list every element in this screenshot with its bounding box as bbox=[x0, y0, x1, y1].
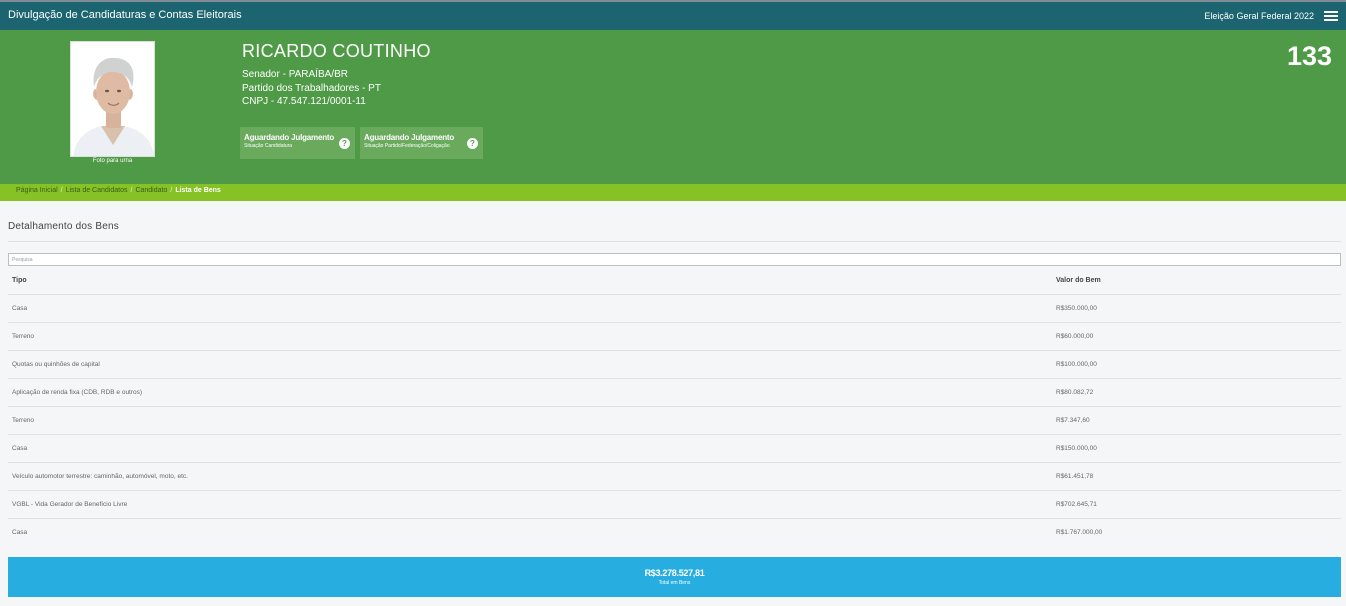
candidate-cnpj: CNPJ - 47.547.121/0001-11 bbox=[242, 96, 366, 107]
candidacy-status-subtitle: Situação Candidatura bbox=[244, 143, 293, 149]
asset-type: Casa bbox=[12, 445, 28, 452]
party-status-badge[interactable]: Aguardando Julgamento Situação Partido/F… bbox=[360, 127, 483, 159]
candidacy-status-badge[interactable]: Aguardando Julgamento Situação Candidatu… bbox=[240, 127, 355, 159]
table-row: Casa R$350.000,00 bbox=[8, 295, 1341, 323]
total-label: Total em Bens bbox=[658, 580, 691, 586]
breadcrumb-separator: / bbox=[170, 187, 173, 194]
asset-value: R$7.347,60 bbox=[1056, 417, 1090, 424]
breadcrumb-home[interactable]: Página Inicial bbox=[16, 187, 58, 194]
asset-type: Terreno bbox=[12, 417, 35, 424]
candidate-number: 133 bbox=[1286, 41, 1332, 71]
assets-table: Tipo Valor do Bem Casa R$350.000,00 Terre… bbox=[8, 267, 1341, 547]
candidate-party: Partido dos Trabalhadores - PT bbox=[242, 83, 381, 94]
table-row: Casa R$150.000,00 bbox=[8, 435, 1341, 463]
column-header-tipo[interactable]: Tipo bbox=[12, 277, 27, 284]
app-title[interactable]: Divulgação de Candidaturas e Contas Elei… bbox=[8, 9, 242, 21]
candidacy-status-title: Aguardando Julgamento bbox=[244, 133, 335, 142]
breadcrumb-separator: / bbox=[60, 187, 63, 194]
total-amount: R$3.278.527,81 bbox=[644, 568, 705, 578]
breadcrumb-candidate-list[interactable]: Lista de Candidatos bbox=[66, 187, 128, 194]
column-header-valor[interactable]: Valor do Bem bbox=[1056, 277, 1101, 284]
asset-value: R$350.000,00 bbox=[1056, 305, 1097, 312]
asset-type: Casa bbox=[12, 305, 28, 312]
help-circle-icon[interactable]: ? bbox=[467, 138, 478, 149]
page-title: Detalhamento dos Bens bbox=[8, 221, 119, 232]
asset-type: Veículo automotor terrestre: caminhão, a… bbox=[12, 473, 188, 480]
table-row: Quotas ou quinhões de capital R$100.000,0… bbox=[8, 351, 1341, 379]
party-status-title: Aguardando Julgamento bbox=[364, 133, 455, 142]
asset-value: R$80.082,72 bbox=[1056, 389, 1094, 396]
table-row: VGBL - Vida Gerador de Benefício Livre R$… bbox=[8, 491, 1341, 519]
hamburger-menu-icon[interactable] bbox=[1324, 11, 1338, 22]
table-row: Veículo automotor terrestre: caminhão, a… bbox=[8, 463, 1341, 491]
asset-type: VGBL - Vida Gerador de Benefício Livre bbox=[12, 501, 128, 508]
breadcrumb-candidate[interactable]: Candidato bbox=[135, 187, 167, 194]
election-label: Eleição Geral Federal 2022 bbox=[1204, 11, 1314, 21]
asset-value: R$61.451,78 bbox=[1056, 473, 1094, 480]
divider bbox=[8, 241, 1341, 242]
asset-value: R$1.767.000,00 bbox=[1056, 529, 1103, 536]
asset-value: R$702.645,71 bbox=[1056, 501, 1097, 508]
candidate-header: Foto para urna RICARDO COUTINHO Senador … bbox=[0, 30, 1346, 184]
search-input[interactable] bbox=[8, 253, 1341, 266]
asset-type: Terreno bbox=[12, 333, 35, 340]
asset-type: Casa bbox=[12, 529, 28, 536]
breadcrumb: Página Inicial / Lista de Candidatos / Candi… bbox=[0, 184, 1346, 201]
candidate-name: RICARDO COUTINHO bbox=[242, 41, 431, 61]
breadcrumb-separator: / bbox=[130, 187, 133, 194]
asset-value: R$60.000,00 bbox=[1056, 333, 1094, 340]
table-row: Terreno R$7.347,60 bbox=[8, 407, 1341, 435]
party-status-subtitle: Situação Partido/Federação/Coligação bbox=[364, 143, 450, 149]
breadcrumb-current: Lista de Bens bbox=[175, 187, 221, 194]
table-row: Terreno R$60.000,00 bbox=[8, 323, 1341, 351]
top-navbar: Divulgação de Candidaturas e Contas Elei… bbox=[0, 0, 1346, 30]
help-circle-icon[interactable]: ? bbox=[339, 138, 350, 149]
asset-value: R$150.000,00 bbox=[1056, 445, 1097, 452]
asset-value: R$100.000,00 bbox=[1056, 361, 1097, 368]
candidate-office: Senador - PARAÍBA/BR bbox=[242, 69, 348, 80]
candidate-photo bbox=[70, 41, 155, 157]
asset-type: Aplicação de renda fixa (CDB, RDB e outr… bbox=[12, 389, 143, 396]
table-header: Tipo Valor do Bem bbox=[8, 267, 1341, 295]
total-assets-banner: R$3.278.527,81 Total em Bens bbox=[8, 557, 1341, 597]
table-row: Casa R$1.767.000,00 bbox=[8, 519, 1341, 547]
asset-type: Quotas ou quinhões de capital bbox=[12, 361, 100, 368]
photo-caption: Foto para urna bbox=[92, 158, 133, 164]
table-row: Aplicação de renda fixa (CDB, RDB e outr… bbox=[8, 379, 1341, 407]
